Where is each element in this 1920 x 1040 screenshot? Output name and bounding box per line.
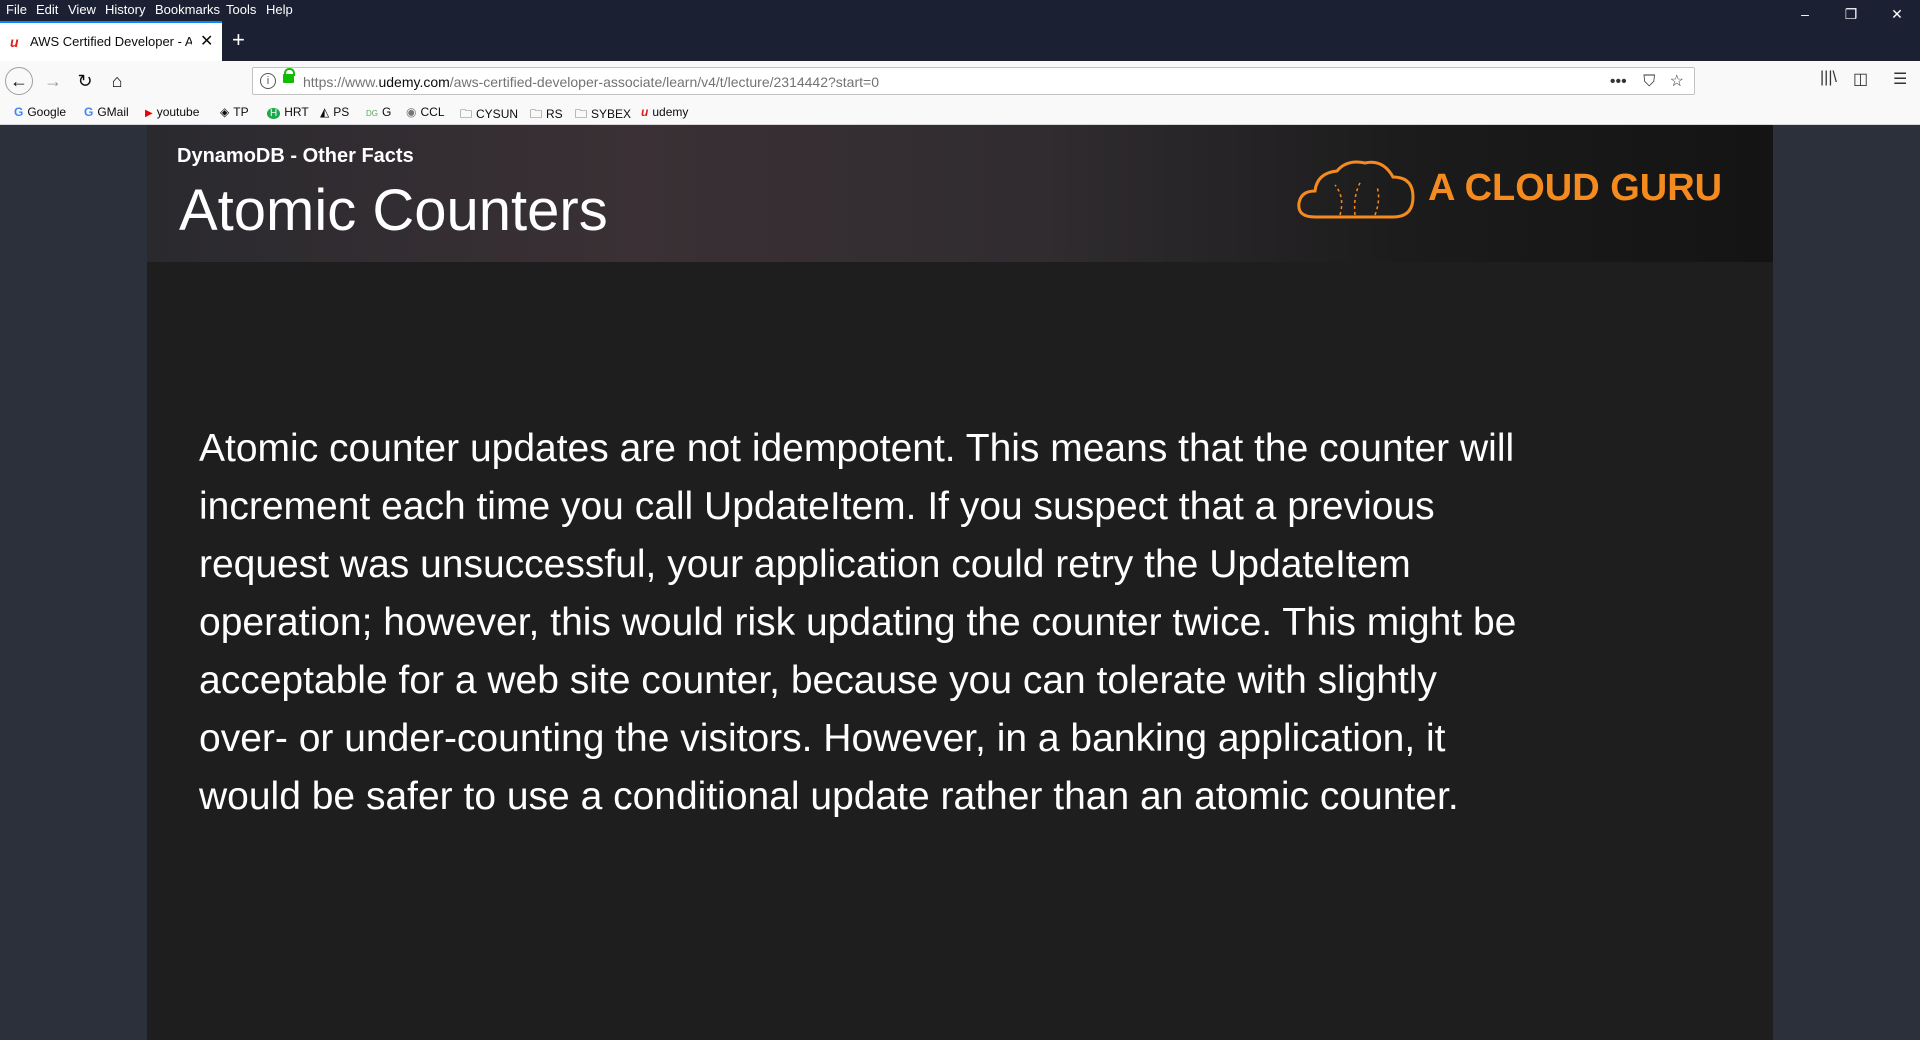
bookmark-ps[interactable]: ◭ PS bbox=[320, 105, 349, 119]
folder-icon: 🗀 bbox=[460, 107, 473, 121]
bookmark-g[interactable]: DG G bbox=[366, 105, 391, 119]
pocket-icon[interactable]: ⛉ bbox=[1643, 73, 1655, 90]
slide-body: Atomic counter updates are not idempoten… bbox=[199, 420, 1699, 826]
menu-file[interactable]: File bbox=[6, 2, 27, 17]
bookmark-gmail[interactable]: G GMail bbox=[84, 105, 129, 119]
slide-header: DynamoDB - Other Facts Atomic Counters A… bbox=[147, 125, 1773, 262]
ps-icon: ◭ bbox=[320, 105, 330, 119]
bookmark-hrt[interactable]: H HRT bbox=[267, 105, 309, 119]
bookmark-tp[interactable]: ◈ TP bbox=[220, 105, 249, 119]
slide-title: Atomic Counters bbox=[179, 178, 608, 243]
bookmark-sybex[interactable]: 🗀 SYBEX bbox=[575, 105, 631, 126]
ccl-icon: ◉ bbox=[406, 105, 417, 119]
bookmarks-toolbar: G Google G GMail ▶ youtube ◈ TP H HRT ◭ PS DG G… bbox=[0, 101, 1920, 125]
udemy-icon: u bbox=[641, 105, 649, 119]
lecture-slide[interactable]: DynamoDB - Other Facts Atomic Counters A… bbox=[147, 125, 1773, 1040]
reload-button[interactable]: ↻ bbox=[72, 68, 98, 94]
tab-close-icon[interactable]: ✕ bbox=[200, 31, 213, 51]
url-actions: ••• ⛉ ☆ bbox=[1610, 71, 1684, 91]
google-icon: G bbox=[14, 105, 24, 119]
cloud-logo-icon bbox=[1297, 160, 1415, 219]
dg-icon: DG bbox=[366, 109, 378, 118]
menu-bookmarks[interactable]: Bookmarks bbox=[155, 2, 220, 17]
tp-icon: ◈ bbox=[220, 105, 230, 119]
sidebar-icon[interactable]: ◫ bbox=[1853, 69, 1868, 89]
bookmark-google[interactable]: G Google bbox=[14, 105, 66, 119]
address-bar[interactable]: i https://www.udemy.com/aws-certified-de… bbox=[252, 67, 1695, 95]
body-line: Atomic counter updates are not idempoten… bbox=[199, 427, 1515, 470]
folder-icon: 🗀 bbox=[575, 107, 588, 121]
more-actions-icon[interactable]: ••• bbox=[1610, 73, 1627, 90]
bookmark-cysun[interactable]: 🗀 CYSUN bbox=[460, 105, 518, 126]
menu-view[interactable]: View bbox=[68, 2, 96, 17]
nav-toolbar: ← → ↻ ⌂ i https://www.udemy.com/aws-cert… bbox=[0, 61, 1920, 101]
library-icon[interactable]: |||\ bbox=[1820, 69, 1837, 87]
menu-help[interactable]: Help bbox=[266, 2, 293, 17]
tab-active[interactable]: u AWS Certified Developer - Asso ✕ bbox=[0, 21, 222, 61]
body-line: increment each time you call UpdateItem.… bbox=[199, 485, 1435, 528]
menu-bar: File Edit View History Bookmarks Tools H… bbox=[0, 0, 1920, 21]
a-cloud-guru-logo: A CLOUD GURU bbox=[1295, 157, 1735, 227]
menu-edit[interactable]: Edit bbox=[36, 2, 58, 17]
page-content: DynamoDB - Other Facts Atomic Counters A… bbox=[0, 125, 1920, 1040]
google-icon: G bbox=[84, 105, 94, 119]
youtube-icon: ▶ bbox=[145, 108, 153, 119]
forward-button[interactable]: → bbox=[40, 68, 66, 94]
menu-tools[interactable]: Tools bbox=[226, 2, 256, 17]
bookmark-udemy[interactable]: u udemy bbox=[641, 105, 688, 119]
body-line: over- or under-counting the visitors. Ho… bbox=[199, 717, 1446, 760]
hrt-icon: H bbox=[267, 108, 281, 119]
body-line: would be safer to use a conditional upda… bbox=[199, 775, 1459, 818]
bookmark-star-icon[interactable]: ☆ bbox=[1670, 73, 1684, 90]
new-tab-button[interactable]: + bbox=[232, 27, 245, 53]
bookmark-ccl[interactable]: ◉ CCL bbox=[406, 105, 445, 119]
slide-subtitle: DynamoDB - Other Facts bbox=[177, 145, 414, 167]
tab-strip: u AWS Certified Developer - Asso ✕ + bbox=[0, 21, 1920, 61]
tab-title: AWS Certified Developer - Asso bbox=[30, 34, 192, 49]
logo-text: A CLOUD GURU bbox=[1428, 167, 1723, 209]
info-icon[interactable]: i bbox=[260, 73, 276, 89]
back-button[interactable]: ← bbox=[5, 67, 33, 95]
body-line: request was unsuccessful, your applicati… bbox=[199, 543, 1411, 586]
lock-icon bbox=[283, 68, 295, 83]
hamburger-menu-icon[interactable]: ☰ bbox=[1893, 69, 1907, 89]
url-text: https://www.udemy.com/aws-certified-deve… bbox=[303, 74, 879, 90]
home-button[interactable]: ⌂ bbox=[104, 68, 130, 94]
udemy-favicon-icon: u bbox=[10, 34, 19, 50]
bookmark-youtube[interactable]: ▶ youtube bbox=[145, 105, 199, 119]
body-line: acceptable for a web site counter, becau… bbox=[199, 659, 1437, 702]
folder-icon: 🗀 bbox=[530, 107, 543, 121]
bookmark-rs[interactable]: 🗀 RS bbox=[530, 105, 563, 126]
menu-history[interactable]: History bbox=[105, 2, 145, 17]
body-line: operation; however, this would risk upda… bbox=[199, 601, 1517, 644]
